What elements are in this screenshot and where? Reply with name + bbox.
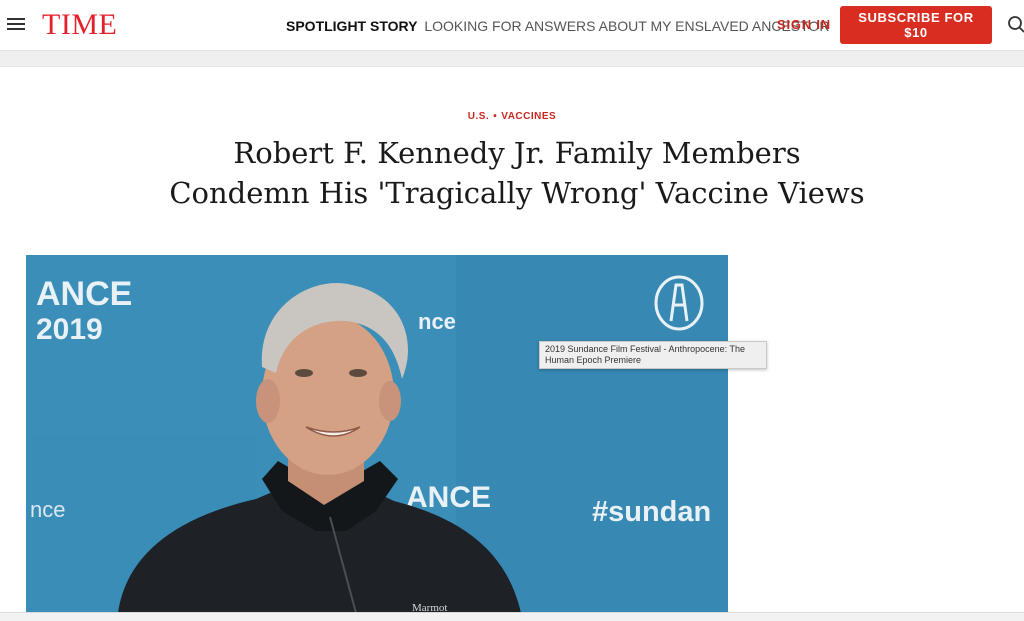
time-logo[interactable]: TIME	[42, 9, 117, 41]
backdrop-2019: 2019	[36, 313, 103, 346]
spotlight-label: SPOTLIGHT STORY	[286, 18, 417, 34]
backdrop-nce-left: nce	[30, 497, 65, 522]
spotlight-story[interactable]: SPOTLIGHT STORY LOOKING FOR ANSWERS ABOU…	[286, 17, 829, 35]
backdrop-nce: nce	[418, 309, 456, 334]
site-header: TIME SPOTLIGHT STORY LOOKING FOR ANSWERS…	[0, 0, 1024, 51]
image-tooltip: 2019 Sundance Film Festival - Anthropoce…	[539, 341, 767, 369]
kicker-vaccines[interactable]: VACCINES	[501, 111, 556, 122]
hamburger-menu-icon[interactable]	[7, 17, 25, 31]
article-headline: Robert F. Kennedy Jr. Family Members Con…	[150, 133, 884, 213]
header-divider-band	[0, 51, 1024, 67]
headline-line-1: Robert F. Kennedy Jr. Family Members	[233, 136, 800, 170]
search-icon[interactable]	[1007, 15, 1024, 35]
kicker-separator: •	[493, 111, 497, 122]
headline-line-2: Condemn His 'Tragically Wrong' Vaccine V…	[169, 176, 864, 210]
subscribe-button[interactable]: SUBSCRIBE FOR $10	[840, 6, 992, 44]
backdrop-sundance: #sundan	[592, 496, 711, 528]
kicker-us[interactable]: U.S.	[468, 111, 489, 122]
backdrop-ance: ANCE	[36, 275, 132, 313]
spotlight-link[interactable]: LOOKING FOR ANSWERS ABOUT MY ENSLAVED AN…	[424, 18, 829, 34]
article-kicker: U.S. • VACCINES	[0, 111, 1024, 122]
sign-in-link[interactable]: SIGN IN	[777, 17, 831, 33]
photo-illustration: ANCE 2019 nce ANCE #sundan nce	[26, 255, 728, 613]
article-photo[interactable]: ANCE 2019 nce ANCE #sundan nce	[26, 255, 728, 613]
